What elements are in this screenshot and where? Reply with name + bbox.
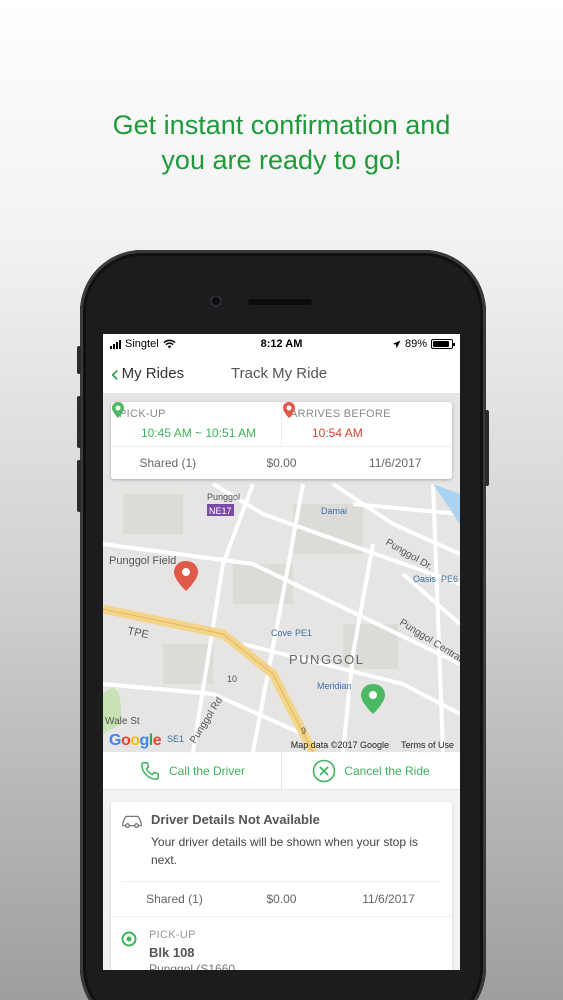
map-label-oasis: Oasis <box>413 574 437 584</box>
phone-frame: Singtel 8:12 AM 89% ‹ My Rides Track My … <box>77 250 489 1000</box>
battery-icon <box>431 339 455 349</box>
pickup-stop-label: PICK-UP <box>149 929 196 941</box>
pickup-stop-address: Punggol (S1660 <box>149 962 236 970</box>
location-arrow-icon <box>392 340 401 348</box>
chevron-left-icon: ‹ <box>110 359 120 388</box>
summary-date: 11/6/2017 <box>362 892 415 906</box>
ride-type: Shared (1) <box>139 455 197 470</box>
call-driver-button[interactable]: Call the Driver <box>103 752 281 789</box>
driver-details-card: Driver Details Not Available Your driver… <box>111 802 452 970</box>
ride-details-panel: Driver Details Not Available Your driver… <box>103 790 460 970</box>
arrives-section: ARRIVES BEFORE 10:54 AM <box>281 402 452 446</box>
arrival-pin-icon <box>283 402 295 418</box>
ride-date: 11/6/2017 <box>368 455 422 470</box>
earpiece-speaker <box>248 299 312 305</box>
map-label-punggol: Punggol <box>207 492 240 502</box>
app-screen: Singtel 8:12 AM 89% ‹ My Rides Track My … <box>103 334 460 970</box>
map-label-ne17: NE17 <box>209 506 232 516</box>
google-logo: Google <box>109 732 162 749</box>
car-icon <box>122 815 142 829</box>
mute-switch <box>77 346 81 374</box>
battery-percent: 89% <box>404 338 427 350</box>
cancel-ride-label: Cancel the Ride <box>344 763 430 778</box>
cancel-ride-button[interactable]: Cancel the Ride <box>281 752 460 789</box>
trip-summary-row: Shared (1) $0.00 11/6/2017 <box>121 881 442 906</box>
front-camera <box>210 295 222 307</box>
carrier-name: Singtel <box>125 338 159 350</box>
arrives-label: ARRIVES BEFORE <box>290 408 391 420</box>
map-label-cove: Cove <box>271 628 292 638</box>
call-driver-label: Call the Driver <box>168 763 246 778</box>
summary-fare: $0.00 <box>266 892 297 906</box>
trip-info-card: PICK-UP 10:45 AM ~ 10:51 AM ARRIVES BEFO… <box>111 402 452 479</box>
ride-actions: Call the Driver Cancel the Ride <box>103 752 460 790</box>
pickup-section: PICK-UP 10:45 AM ~ 10:51 AM <box>111 402 281 446</box>
headline-line-2: you are ready to go! <box>161 145 402 175</box>
driver-details-message: Your driver details will be shown when y… <box>151 835 419 867</box>
map-attribution: Map data ©2017 Google <box>290 740 389 750</box>
map-label-meridian: Meridian <box>317 681 352 691</box>
map-label-punggol-field: Punggol Field <box>109 555 176 567</box>
page-title: Track My Ride <box>231 365 328 382</box>
map-label-damai: Damai <box>321 506 347 516</box>
map-label-se1: SE1 <box>167 734 184 744</box>
map-view[interactable]: Punggol NE17 Damai Punggol Field Punggol… <box>103 394 460 752</box>
ride-fare: $0.00 <box>266 455 297 470</box>
summary-ride-type: Shared (1) <box>146 892 203 906</box>
power-button <box>485 410 489 486</box>
map-terms-link[interactable]: Terms of Use <box>401 740 454 750</box>
map-label-punggol-area: PUNGGOL <box>289 652 365 667</box>
arrives-time: 10:54 AM <box>312 426 363 440</box>
cancel-circle-icon <box>312 759 336 782</box>
map-label-wale-st: Wale St <box>105 716 140 727</box>
pickup-stop: PICK-UP Blk 108 Punggol (S1660 <box>111 916 452 970</box>
map-label-route-10: 10 <box>227 674 237 684</box>
map-label-pe6: PE6 <box>441 574 458 584</box>
back-button[interactable]: ‹ My Rides <box>103 359 185 388</box>
volume-up-button <box>77 396 81 448</box>
headline-line-1: Get instant confirmation and <box>112 110 451 140</box>
phone-icon <box>141 761 159 780</box>
headline: Get instant confirmation and you are rea… <box>0 108 563 178</box>
signal-icon <box>110 339 121 349</box>
wifi-icon <box>163 339 176 349</box>
pickup-stop-place: Blk 108 <box>149 945 195 960</box>
map-label-route-9: 9 <box>301 726 306 736</box>
pickup-label: PICK-UP <box>119 408 166 420</box>
pickup-time: 10:45 AM ~ 10:51 AM <box>141 426 257 440</box>
volume-down-button <box>77 460 81 512</box>
pickup-stop-icon <box>121 931 137 947</box>
map-label-pe1: PE1 <box>295 628 312 638</box>
status-bar: Singtel 8:12 AM 89% <box>103 334 460 354</box>
driver-details-title: Driver Details Not Available <box>151 812 320 827</box>
pickup-pin-icon <box>112 402 124 418</box>
nav-bar: ‹ My Rides Track My Ride <box>103 354 460 394</box>
back-label: My Rides <box>121 365 185 382</box>
